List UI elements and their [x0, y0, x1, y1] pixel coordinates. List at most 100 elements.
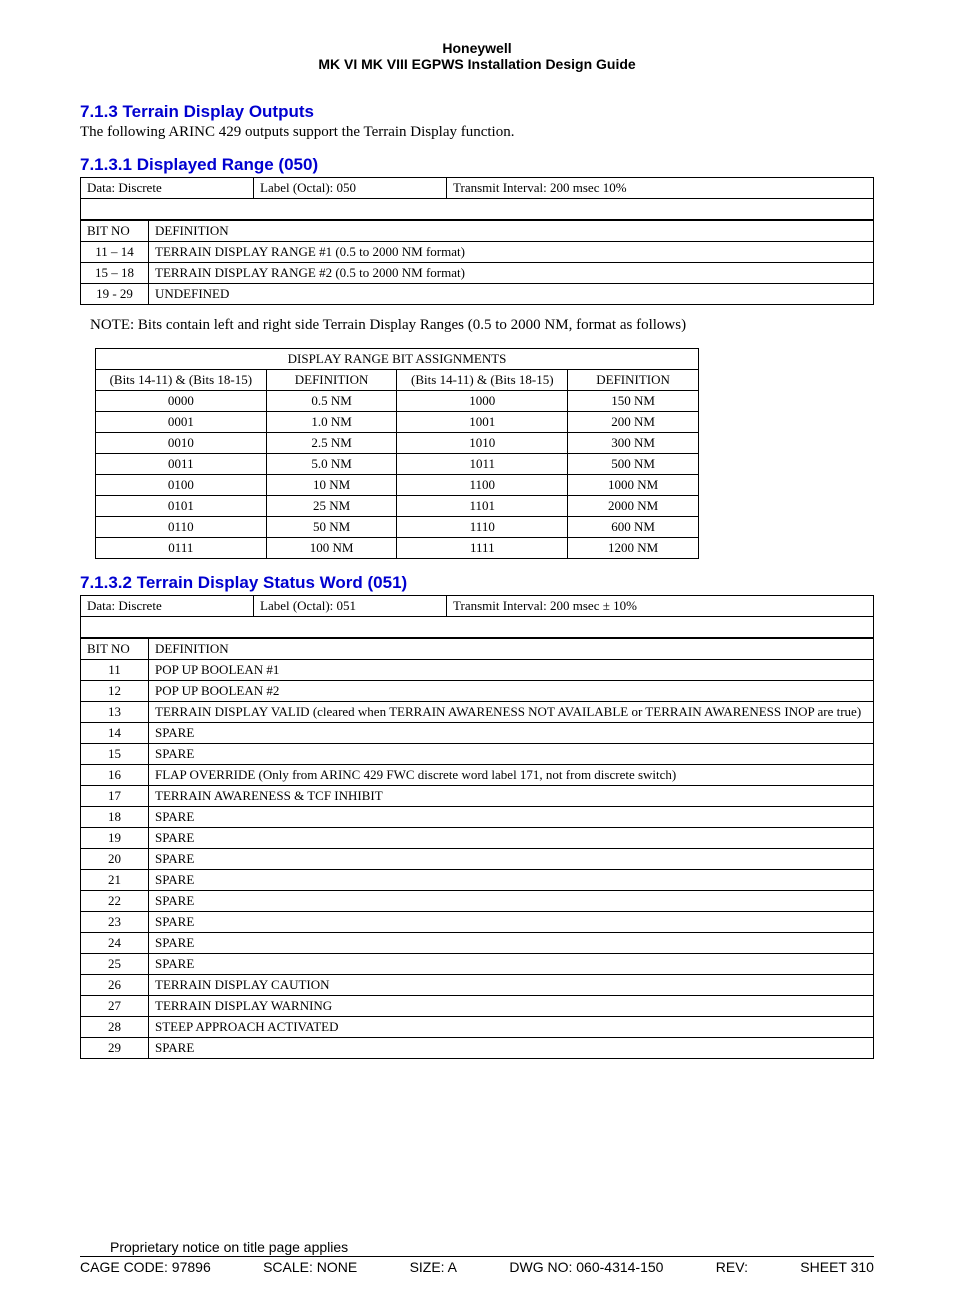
cell-def: SPARE [149, 1038, 874, 1059]
hdr-bits: (Bits 14-11) & (Bits 18-15) [397, 370, 568, 391]
table-bit-assignments: DISPLAY RANGE BIT ASSIGNMENTS (Bits 14-1… [95, 348, 699, 559]
cell-def: TERRAIN AWARENESS & TCF INHIBIT [149, 786, 874, 807]
cell-label: Label (Octal): 050 [254, 178, 447, 199]
hdr-def: DEFINITION [568, 370, 699, 391]
cell-bit: 12 [81, 681, 149, 702]
cell-bit: 17 [81, 786, 149, 807]
table-row: 18 SPARE [81, 807, 874, 828]
cell: 1200 NM [568, 538, 699, 559]
table-row: 00011.0 NM1001200 NM [96, 412, 699, 433]
cell-def: SPARE [149, 723, 874, 744]
text-7-1-3: The following ARINC 429 outputs support … [80, 124, 874, 141]
cell: 200 NM [568, 412, 699, 433]
cell-bit: 18 [81, 807, 149, 828]
table-051-meta: Data: Discrete Label (Octal): 051 Transm… [80, 595, 874, 638]
rev: REV: [716, 1259, 748, 1275]
hdr-def: DEFINITION [266, 370, 397, 391]
cell-bit: 24 [81, 933, 149, 954]
cell: 1101 [397, 496, 568, 517]
cell: 300 NM [568, 433, 699, 454]
cell-def: POP UP BOOLEAN #2 [149, 681, 874, 702]
hdr-bit: BIT NO [81, 221, 149, 242]
sheet: SHEET 310 [800, 1259, 874, 1275]
cell: 0.5 NM [266, 391, 397, 412]
cell-bit: 28 [81, 1017, 149, 1038]
cell-empty [81, 199, 874, 220]
cell-def: SPARE [149, 828, 874, 849]
heading-7-1-3-1: 7.1.3.1 Displayed Range (050) [80, 155, 874, 175]
cell-def: TERRAIN DISPLAY VALID (cleared when TERR… [149, 702, 874, 723]
cell-bit: 16 [81, 765, 149, 786]
table-row: 16FLAP OVERRIDE (Only from ARINC 429 FWC… [81, 765, 874, 786]
cell-def: SPARE [149, 933, 874, 954]
cell-bit: 22 [81, 891, 149, 912]
cell: 600 NM [568, 517, 699, 538]
cell-tx: Transmit Interval: 200 msec ± 10% [447, 596, 874, 617]
cell-bit: 20 [81, 849, 149, 870]
cell-def: POP UP BOOLEAN #1 [149, 660, 874, 681]
cell: 1.0 NM [266, 412, 397, 433]
cell-bit: 27 [81, 996, 149, 1017]
table-row: 15 SPARE [81, 744, 874, 765]
heading-7-1-3-2: 7.1.3.2 Terrain Display Status Word (051… [80, 573, 874, 593]
cell: 0110 [96, 517, 267, 538]
cell-def: FLAP OVERRIDE (Only from ARINC 429 FWC d… [149, 765, 874, 786]
header-line2: MK VI MK VIII EGPWS Installation Design … [80, 56, 874, 72]
table-row: 19 - 29 UNDEFINED [81, 284, 874, 305]
cell-def: STEEP APPROACH ACTIVATED [149, 1017, 874, 1038]
cell-def: SPARE [149, 744, 874, 765]
table-row: 010010 NM11001000 NM [96, 475, 699, 496]
cell-bit: 21 [81, 870, 149, 891]
cell-def: SPARE [149, 870, 874, 891]
table-row [81, 617, 874, 638]
cell-def: TERRAIN DISPLAY RANGE #1 (0.5 to 2000 NM… [149, 242, 874, 263]
hdr-bits: (Bits 14-11) & (Bits 18-15) [96, 370, 267, 391]
cell: 0000 [96, 391, 267, 412]
title: DISPLAY RANGE BIT ASSIGNMENTS [96, 349, 699, 370]
cell-bit: 19 - 29 [81, 284, 149, 305]
cell: 1010 [397, 433, 568, 454]
cell: 0001 [96, 412, 267, 433]
cell: 50 NM [266, 517, 397, 538]
dwg-no: DWG NO: 060-4314-150 [509, 1259, 663, 1275]
cell-bit: 29 [81, 1038, 149, 1059]
cell: 25 NM [266, 496, 397, 517]
cell-bit: 14 [81, 723, 149, 744]
table-row [81, 199, 874, 220]
cell-bit: 25 [81, 954, 149, 975]
table-row: BIT NO DEFINITION [81, 639, 874, 660]
table-050-meta: Data: Discrete Label (Octal): 050 Transm… [80, 177, 874, 220]
cell: 2000 NM [568, 496, 699, 517]
table-row: 13TERRAIN DISPLAY VALID (cleared when TE… [81, 702, 874, 723]
cell-bit: 15 [81, 744, 149, 765]
table-row: BIT NO DEFINITION [81, 221, 874, 242]
hdr-def: DEFINITION [149, 221, 874, 242]
cell: 0100 [96, 475, 267, 496]
cell-def: TERRAIN DISPLAY CAUTION [149, 975, 874, 996]
table-row: (Bits 14-11) & (Bits 18-15) DEFINITION (… [96, 370, 699, 391]
hdr-def: DEFINITION [149, 639, 874, 660]
cell-def: SPARE [149, 891, 874, 912]
table-row: Data: Discrete Label (Octal): 051 Transm… [81, 596, 874, 617]
cell-def: SPARE [149, 954, 874, 975]
cell-bit: 15 – 18 [81, 263, 149, 284]
cell-def: TERRAIN DISPLAY WARNING [149, 996, 874, 1017]
table-row: 14 SPARE [81, 723, 874, 744]
cell: 150 NM [568, 391, 699, 412]
cell-def: SPARE [149, 807, 874, 828]
table-row: 29 SPARE [81, 1038, 874, 1059]
table-row: 21 SPARE [81, 870, 874, 891]
table-row: 26TERRAIN DISPLAY CAUTION [81, 975, 874, 996]
cell-bit: 11 [81, 660, 149, 681]
cell-bit: 11 – 14 [81, 242, 149, 263]
cell-def: UNDEFINED [149, 284, 874, 305]
note-050: NOTE: Bits contain left and right side T… [90, 317, 874, 334]
cell-bit: 13 [81, 702, 149, 723]
table-050-bits: BIT NO DEFINITION 11 – 14 TERRAIN DISPLA… [80, 220, 874, 305]
cell-tx: Transmit Interval: 200 msec 10% [447, 178, 874, 199]
proprietary-notice: Proprietary notice on title page applies [110, 1239, 874, 1255]
heading-7-1-3: 7.1.3 Terrain Display Outputs [80, 102, 874, 122]
hdr-bit: BIT NO [81, 639, 149, 660]
table-row: 11POP UP BOOLEAN #1 [81, 660, 874, 681]
cell-data: Data: Discrete [81, 178, 254, 199]
